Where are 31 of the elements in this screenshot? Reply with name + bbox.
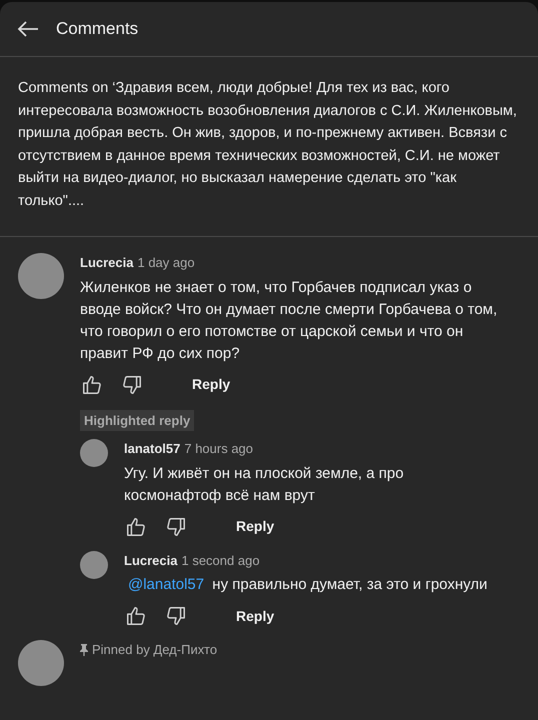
reply-button[interactable]: Reply bbox=[188, 374, 234, 395]
comment-time[interactable]: 1 second ago bbox=[181, 550, 260, 570]
video-description: Comments on ‘Здравия всем, люди добрые! Для тех из вас, кого интересовала возможность возобновления диалогов с С.И. Жиленковым, пришла добрая весть. Он жив, здоров, и по-прежнему активен. Всвязи с отсутствием в данное время технических возможностей, С.И. не может выйти на видео-диалог, но высказал намерение сделать это "как только".... bbox=[0, 57, 538, 237]
thumbs-down-icon bbox=[165, 516, 187, 538]
avatar bbox=[18, 640, 64, 686]
pin-icon bbox=[80, 644, 88, 656]
comment-time[interactable]: 1 day ago bbox=[137, 253, 195, 272]
thumbs-up-icon bbox=[81, 374, 103, 396]
avatar bbox=[18, 253, 64, 299]
mention-link[interactable]: @lanatol57 bbox=[128, 576, 204, 593]
comment-text: Жиленков не знает о том, что Горбачев подписал указ о вводе войск? Что он думает после смерти Горбачева о том, что говорил о его потомстве от царской семьи и что он правит РФ до сих пор? bbox=[80, 278, 498, 364]
thumbs-up-icon bbox=[125, 516, 147, 538]
thumbs-down-icon bbox=[121, 374, 143, 396]
comment-time[interactable]: 7 hours ago bbox=[184, 439, 254, 458]
thumbs-up-icon bbox=[125, 605, 147, 627]
comment-text: @lanatol57 ну правильно думает, за это и грохнули bbox=[127, 575, 488, 595]
like-button[interactable] bbox=[124, 604, 148, 628]
avatar bbox=[80, 439, 108, 467]
highlighted-reply-badge: Highlighted reply bbox=[80, 410, 194, 431]
reply-button[interactable]: Reply bbox=[232, 606, 278, 626]
back-arrow-icon bbox=[17, 21, 39, 37]
author-name[interactable]: Lucrecia bbox=[80, 253, 134, 272]
reply-button[interactable]: Reply bbox=[232, 516, 278, 537]
author-name[interactable]: lanatol57 bbox=[124, 439, 180, 458]
author-name[interactable]: Lucrecia bbox=[124, 550, 178, 570]
pinned-label: Pinned by Дед-Пихто bbox=[92, 641, 218, 660]
avatar bbox=[80, 550, 108, 578]
page-title: Comments bbox=[56, 18, 138, 40]
dislike-button[interactable] bbox=[164, 604, 188, 628]
thumbs-down-icon bbox=[165, 605, 187, 627]
comment-text: Угу. И живёт он на плоской земле, а про космонафтоф всё нам врут bbox=[124, 464, 405, 506]
